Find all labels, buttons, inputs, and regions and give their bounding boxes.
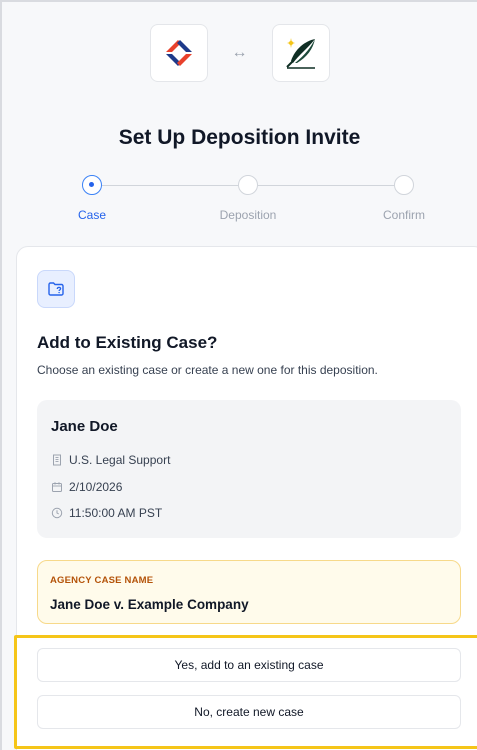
date-row: 2/10/2026 xyxy=(51,480,122,494)
step-confirm-label: Confirm xyxy=(382,208,425,222)
create-new-case-button[interactable]: No, create new case xyxy=(37,695,461,729)
folder-question-icon xyxy=(37,270,75,308)
organization-text: U.S. Legal Support xyxy=(69,453,171,467)
diamond-arrows-logo-icon xyxy=(165,40,192,66)
add-to-existing-case-button[interactable]: Yes, add to an existing case xyxy=(37,648,461,682)
dialog-frame: ↔ Set Up Deposition Invite Case Depositi… xyxy=(0,0,477,750)
agency-case-panel: AGENCY CASE NAME Jane Doe v. Example Com… xyxy=(37,560,461,624)
organization-row: U.S. Legal Support xyxy=(51,453,170,467)
progress-stepper: Case Deposition Confirm xyxy=(2,174,477,226)
agency-case-label: AGENCY CASE NAME xyxy=(50,575,154,586)
building-icon xyxy=(51,454,63,466)
step-deposition-indicator[interactable] xyxy=(238,175,258,195)
step-confirm-indicator[interactable] xyxy=(394,175,414,195)
feather-quill-logo-icon xyxy=(285,38,315,69)
date-text: 2/10/2026 xyxy=(69,480,123,494)
source-app-logo xyxy=(149,24,208,82)
case-prompt-description: Choose an existing case or create a new … xyxy=(37,363,378,377)
page-title: Set Up Deposition Invite xyxy=(118,126,361,149)
step-case-label: Case xyxy=(77,208,106,222)
witness-name: Jane Doe xyxy=(51,418,118,435)
case-prompt-heading: Add to Existing Case? xyxy=(37,333,218,352)
stepper-connector xyxy=(258,185,394,186)
target-app-logo xyxy=(271,24,330,82)
deposition-details-panel: Jane Doe U.S. Legal Support 2/10/2026 11… xyxy=(37,400,461,538)
stepper-connector xyxy=(102,185,238,186)
step-case-indicator[interactable] xyxy=(82,175,102,195)
time-row: 11:50:00 AM PST xyxy=(51,506,162,520)
step-deposition-label: Deposition xyxy=(219,208,277,222)
clock-icon xyxy=(51,507,63,519)
calendar-icon xyxy=(51,481,63,493)
swap-arrow-icon: ↔ xyxy=(231,44,248,61)
time-text: 11:50:00 AM PST xyxy=(69,506,163,520)
agency-case-name: Jane Doe v. Example Company xyxy=(50,597,249,612)
integration-logos: ↔ xyxy=(2,24,477,82)
